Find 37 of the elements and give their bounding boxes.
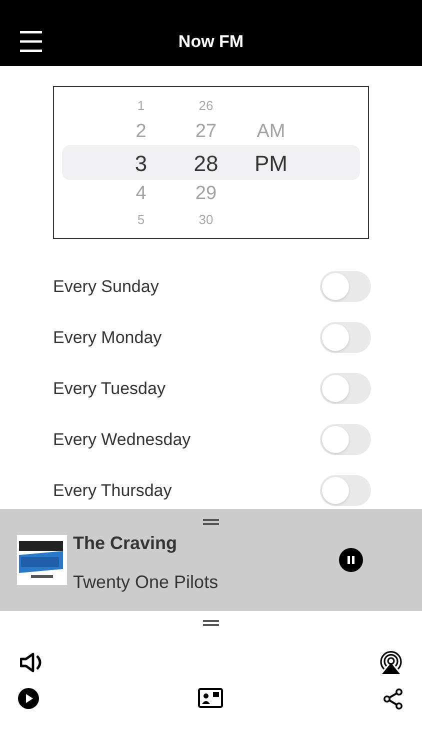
day-label: Every Thursday xyxy=(53,480,172,502)
drag-handle-icon[interactable] xyxy=(203,620,219,626)
picker-value[interactable]: 4 xyxy=(136,180,146,208)
app-title: Now FM xyxy=(178,32,244,51)
share-icon[interactable] xyxy=(383,688,403,710)
track-title: The Craving xyxy=(73,532,178,555)
picker-value[interactable]: 30 xyxy=(198,210,214,230)
picker-value[interactable]: 28 xyxy=(194,146,218,180)
contact-card-icon[interactable] xyxy=(198,688,223,708)
day-label: Every Monday xyxy=(53,326,162,349)
menu-icon[interactable] xyxy=(20,31,42,52)
pause-icon xyxy=(346,555,356,565)
toggle-switch[interactable] xyxy=(320,271,371,302)
picker-value[interactable]: 27 xyxy=(195,118,217,146)
picker-value[interactable]: 26 xyxy=(198,96,214,116)
pause-button[interactable] xyxy=(339,548,363,572)
mini-player[interactable]: The Craving Twenty One Pilots xyxy=(0,509,422,611)
time-picker[interactable]: 1 2 3 4 5 26 27 28 29 30 AM PM xyxy=(53,86,369,239)
toggle-switch[interactable] xyxy=(320,475,371,506)
speaker-icon[interactable] xyxy=(20,651,44,674)
picker-value[interactable]: 5 xyxy=(137,210,145,230)
airplay-icon[interactable] xyxy=(378,650,404,675)
play-circle-icon[interactable] xyxy=(18,688,39,709)
picker-value[interactable]: 1 xyxy=(137,96,145,116)
picker-value[interactable]: 3 xyxy=(134,146,148,180)
picker-value[interactable]: 29 xyxy=(195,180,217,208)
artist-name: Twenty One Pilots xyxy=(73,571,218,594)
day-label: Every Wednesday xyxy=(53,428,191,451)
picker-value[interactable]: 2 xyxy=(136,118,146,146)
picker-value[interactable]: AM xyxy=(256,118,286,146)
toggle-switch[interactable] xyxy=(320,424,371,455)
picker-value[interactable]: PM xyxy=(254,146,288,180)
toggle-switch[interactable] xyxy=(320,373,371,404)
drag-handle-icon[interactable] xyxy=(203,519,219,525)
toggle-switch[interactable] xyxy=(320,322,371,353)
day-label: Every Tuesday xyxy=(53,378,166,400)
day-label: Every Sunday xyxy=(53,276,159,298)
